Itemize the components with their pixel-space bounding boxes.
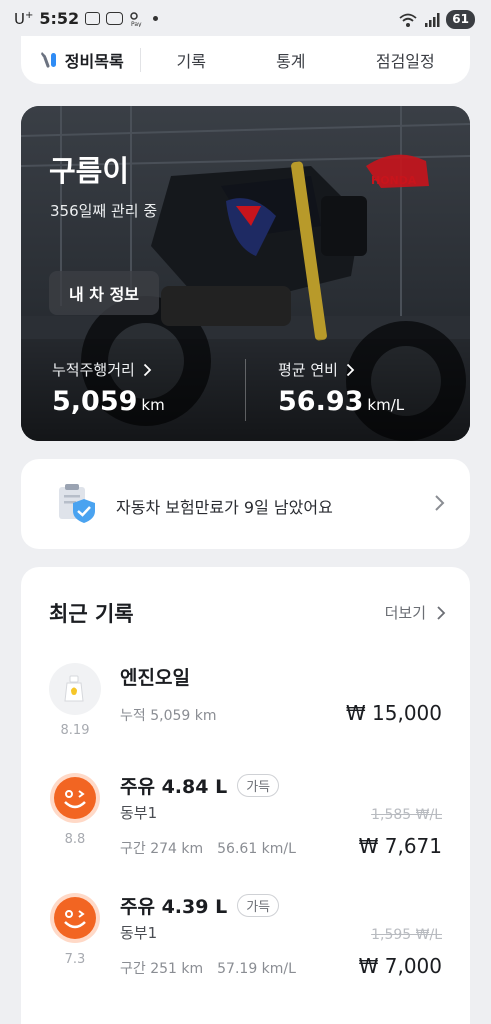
record-item-engine-oil[interactable]: 8.19 엔진오일 누적 5,059 km ₩ 15,000: [21, 663, 470, 773]
signal-icon: [425, 12, 440, 27]
vehicle-card[interactable]: HONDA 구름이 356일째 관리 중 내 차 정보 누적주행거리 5,059…: [21, 106, 470, 441]
record-item-fuel-1[interactable]: 8.8 주유 4.84 L 가득 동부1 구간 274 km 56.61 km/L …: [21, 772, 470, 882]
battery-indicator: 61: [446, 10, 475, 29]
record-station: 동부1: [120, 924, 158, 942]
stats-divider: [245, 359, 246, 421]
svg-text:Pay: Pay: [131, 21, 142, 27]
record-price: ₩ 7,671: [358, 834, 442, 858]
record-title: 주유 4.39 L 가득: [120, 892, 280, 919]
status-bar: U+ 5:52 Pay 61: [0, 0, 491, 38]
chevron-right-icon: [346, 363, 355, 376]
full-tank-tag: 가득: [237, 774, 280, 797]
chevron-right-icon: [435, 495, 445, 511]
record-detail: 구간 251 km 57.19 km/L: [120, 961, 296, 977]
gas-station-logo-icon: [50, 893, 100, 943]
record-date: 7.3: [64, 952, 86, 967]
top-tab-bar: 정비목록 기록 통계 점검일정: [21, 36, 470, 84]
pay-icon: Pay: [130, 11, 142, 27]
record-date: 8.19: [60, 723, 90, 738]
record-item-fuel-2[interactable]: 7.3 주유 4.39 L 가득 동부1 구간 251 km 57.19 km/L …: [21, 892, 470, 1002]
chevron-right-icon: [437, 605, 446, 620]
tab-statistics[interactable]: 통계: [241, 48, 341, 72]
tab-maintenance-list[interactable]: 정비목록: [21, 48, 140, 72]
clock: 5:52: [39, 9, 80, 28]
see-more-label: 더보기: [384, 604, 426, 622]
screen-record-icon: [85, 12, 101, 25]
insurance-shield-icon: [59, 484, 95, 523]
recent-records-title: 최근 기록: [49, 602, 134, 626]
oil-bottle-icon: [49, 663, 101, 715]
insurance-text: 자동차 보험만료가 9일 남았어요: [116, 498, 333, 517]
tab-records[interactable]: 기록: [141, 48, 241, 72]
record-station: 동부1: [120, 804, 158, 822]
notification-dot-icon: [153, 16, 159, 21]
efficiency-stat[interactable]: 평균 연비 56.93 km/L: [278, 359, 404, 417]
record-title: 엔진오일: [120, 667, 190, 689]
days-managed: 356일째 관리 중: [50, 202, 158, 220]
tab-maintenance-label: 정비목록: [64, 52, 124, 71]
vehicle-name: 구름이: [49, 154, 130, 188]
efficiency-label: 평균 연비: [278, 361, 338, 379]
record-date: 8.8: [64, 832, 86, 847]
record-detail: 누적 5,059 km: [120, 708, 217, 724]
see-more-link[interactable]: 더보기: [385, 602, 446, 623]
record-price: ₩ 15,000: [345, 701, 442, 725]
record-price: ₩ 7,000: [358, 954, 442, 978]
record-unit-price: 1,585 ₩/L: [371, 807, 442, 823]
wrench-icon: [40, 52, 56, 68]
record-unit-price: 1,595 ₩/L: [371, 927, 442, 943]
vehicle-stats: 누적주행거리 5,059 km 평균 연비 56.93 km/L: [21, 339, 470, 441]
chevron-right-icon: [143, 363, 152, 376]
full-tank-tag: 가득: [237, 894, 280, 917]
odometer-stat[interactable]: 누적주행거리 5,059 km: [52, 359, 165, 417]
record-title: 주유 4.84 L 가득: [120, 772, 280, 799]
odometer-value: 5,059: [52, 386, 138, 417]
recent-records-card: 최근 기록 더보기 8.19 엔진오일 누적 5,059 km ₩ 15,000…: [21, 567, 470, 1024]
efficiency-unit: km/L: [367, 396, 405, 414]
wifi-icon: [399, 13, 417, 27]
gas-station-logo-icon: [50, 773, 100, 823]
carrier-label: U+: [14, 9, 34, 28]
record-detail: 구간 274 km 56.61 km/L: [120, 841, 296, 857]
vehicle-info-button[interactable]: 내 차 정보: [49, 271, 159, 315]
efficiency-value: 56.93: [278, 386, 364, 417]
odometer-unit: km: [141, 396, 165, 414]
message-icon: [106, 12, 124, 25]
insurance-banner[interactable]: 자동차 보험만료가 9일 남았어요: [21, 459, 470, 549]
odometer-label: 누적주행거리: [52, 361, 135, 379]
tab-inspection-schedule[interactable]: 점검일정: [341, 48, 470, 72]
honda-logo-text: HONDA: [371, 174, 417, 187]
